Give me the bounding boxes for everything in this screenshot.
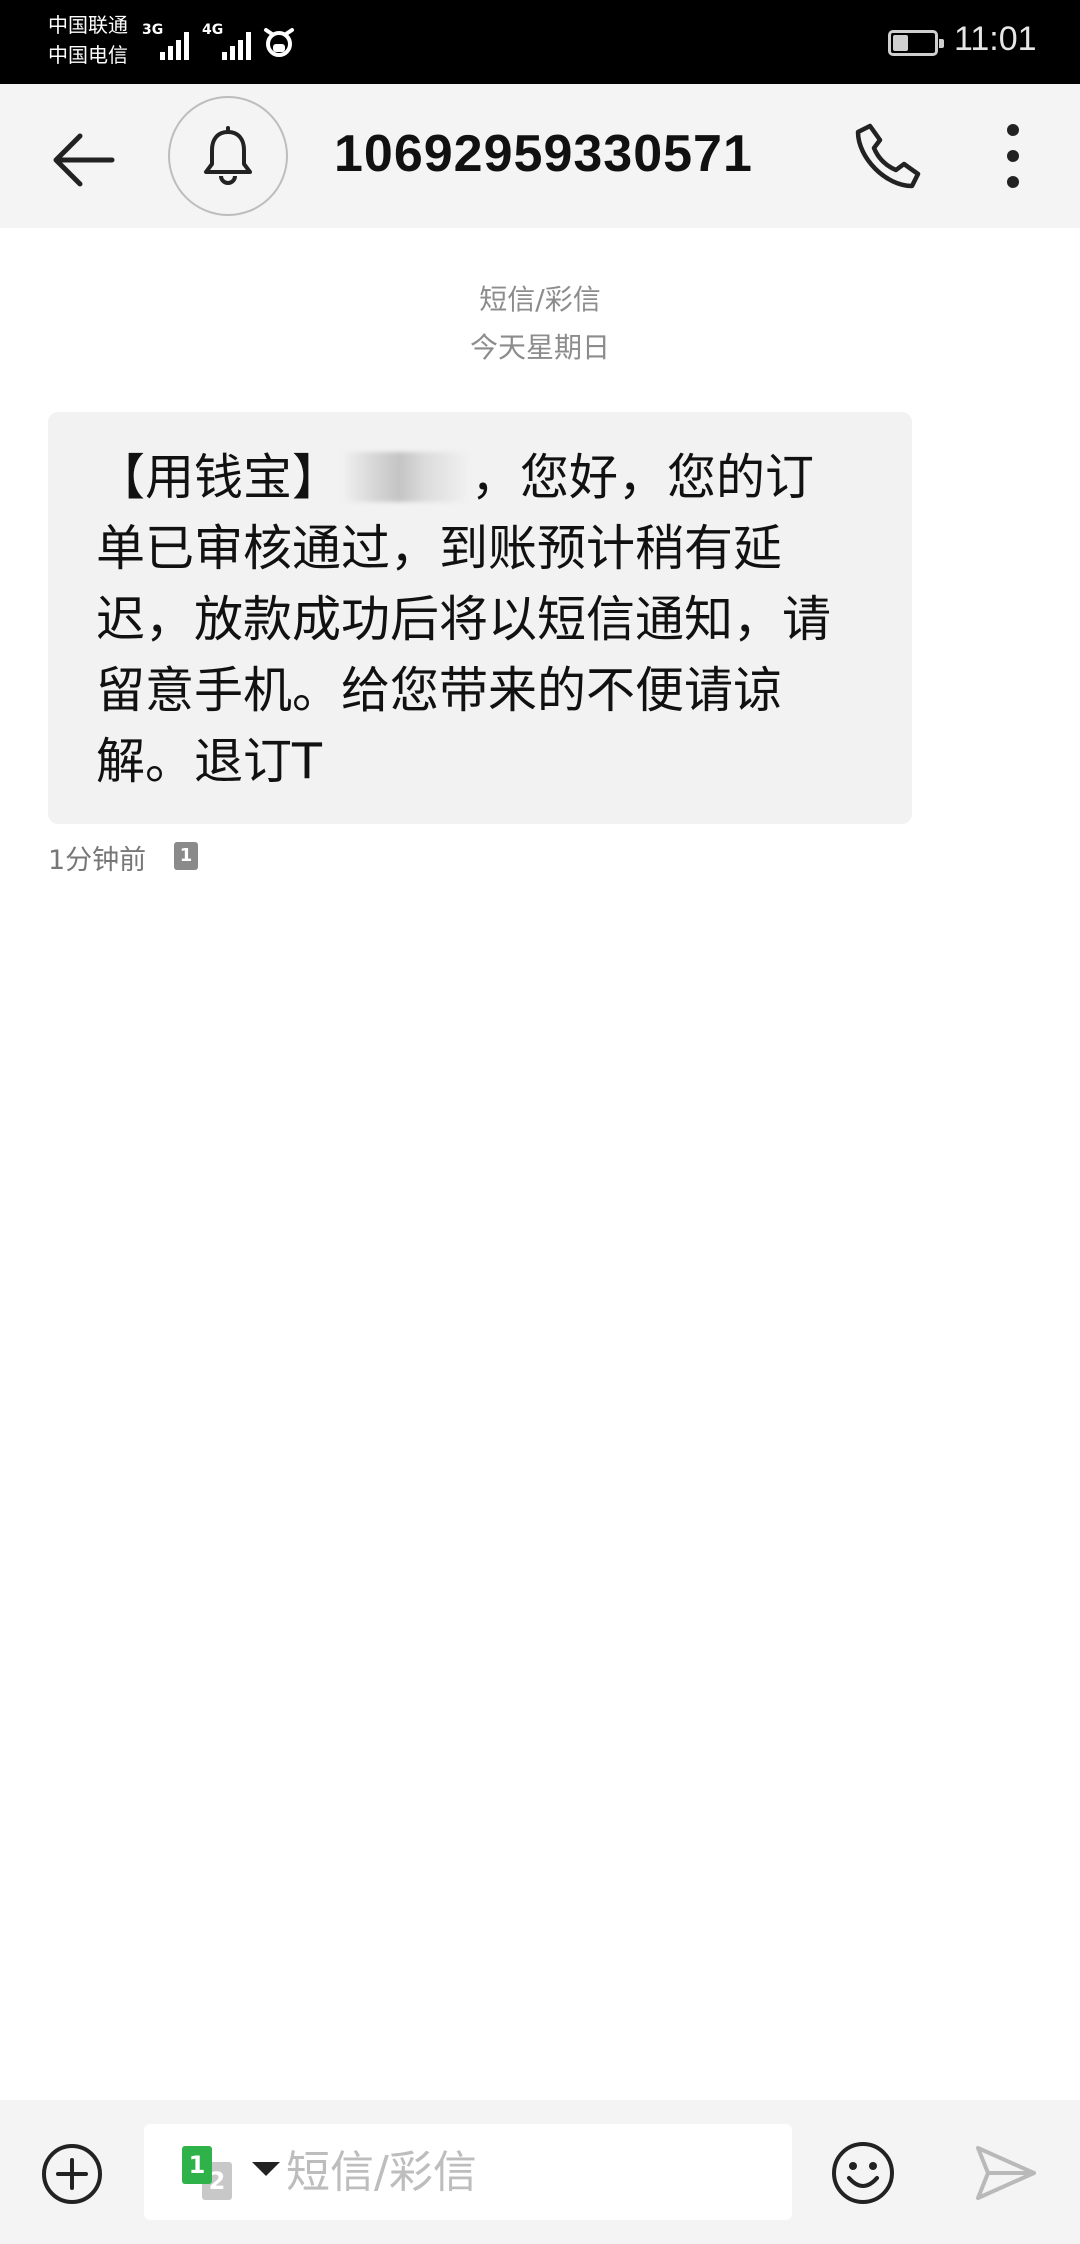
- cow-status-icon: [262, 26, 296, 58]
- date-label: 今天星期日: [469, 331, 610, 364]
- sim-selector[interactable]: 1 2: [182, 2146, 242, 2202]
- signal-2: 4G: [202, 20, 256, 60]
- phone-icon[interactable]: [852, 120, 924, 192]
- notification-button[interactable]: [168, 96, 288, 216]
- add-circle-icon[interactable]: [40, 2142, 104, 2206]
- contact-number: 10692959330571: [334, 125, 753, 183]
- emoji-icon[interactable]: [830, 2140, 896, 2206]
- conversation-header: 10692959330571: [0, 84, 1080, 228]
- battery-fill: [893, 35, 909, 51]
- arrow-left-icon[interactable]: [48, 124, 120, 196]
- bell-icon: [204, 126, 252, 185]
- compose-box: 1 2: [144, 2124, 792, 2220]
- message-timestamp: 1分钟前: [48, 845, 147, 876]
- signal-bars-1-icon: [160, 32, 189, 60]
- composer-bar: 1 2: [0, 2100, 1080, 2244]
- triangle-down-icon[interactable]: [252, 2162, 280, 2176]
- signal-bars-2-icon: [222, 32, 251, 60]
- message-bubble[interactable]: 【用钱宝】 ，您好，您的订单已审核通过，到账预计稍有延迟，放款成功后将以短信通知，…: [48, 412, 912, 824]
- message-text: 【用钱宝】 ，您好，您的订单已审核通过，到账预计稍有延迟，放款成功后将以短信通知，…: [96, 442, 856, 797]
- message-input[interactable]: [286, 2138, 766, 2206]
- clock: 11:01: [954, 20, 1037, 58]
- redacted-name: [341, 452, 472, 502]
- sim-card-icon: 1: [174, 842, 198, 870]
- network-type-2: 4G: [202, 22, 224, 38]
- sim-1-icon: 1: [182, 2146, 212, 2184]
- conversation-meta: 短信/彩信 今天星期日: [0, 276, 1080, 372]
- send-icon[interactable]: [974, 2144, 1038, 2202]
- message-text-before: 【用钱宝】: [96, 449, 342, 506]
- message-type-label: 短信/彩信: [479, 283, 601, 316]
- more-vertical-icon[interactable]: [998, 118, 1028, 194]
- status-bar: 中国联通 中国电信 3G 4G 11:01: [0, 0, 1080, 84]
- battery-icon: [888, 30, 944, 56]
- signal-1: 3G: [142, 20, 190, 60]
